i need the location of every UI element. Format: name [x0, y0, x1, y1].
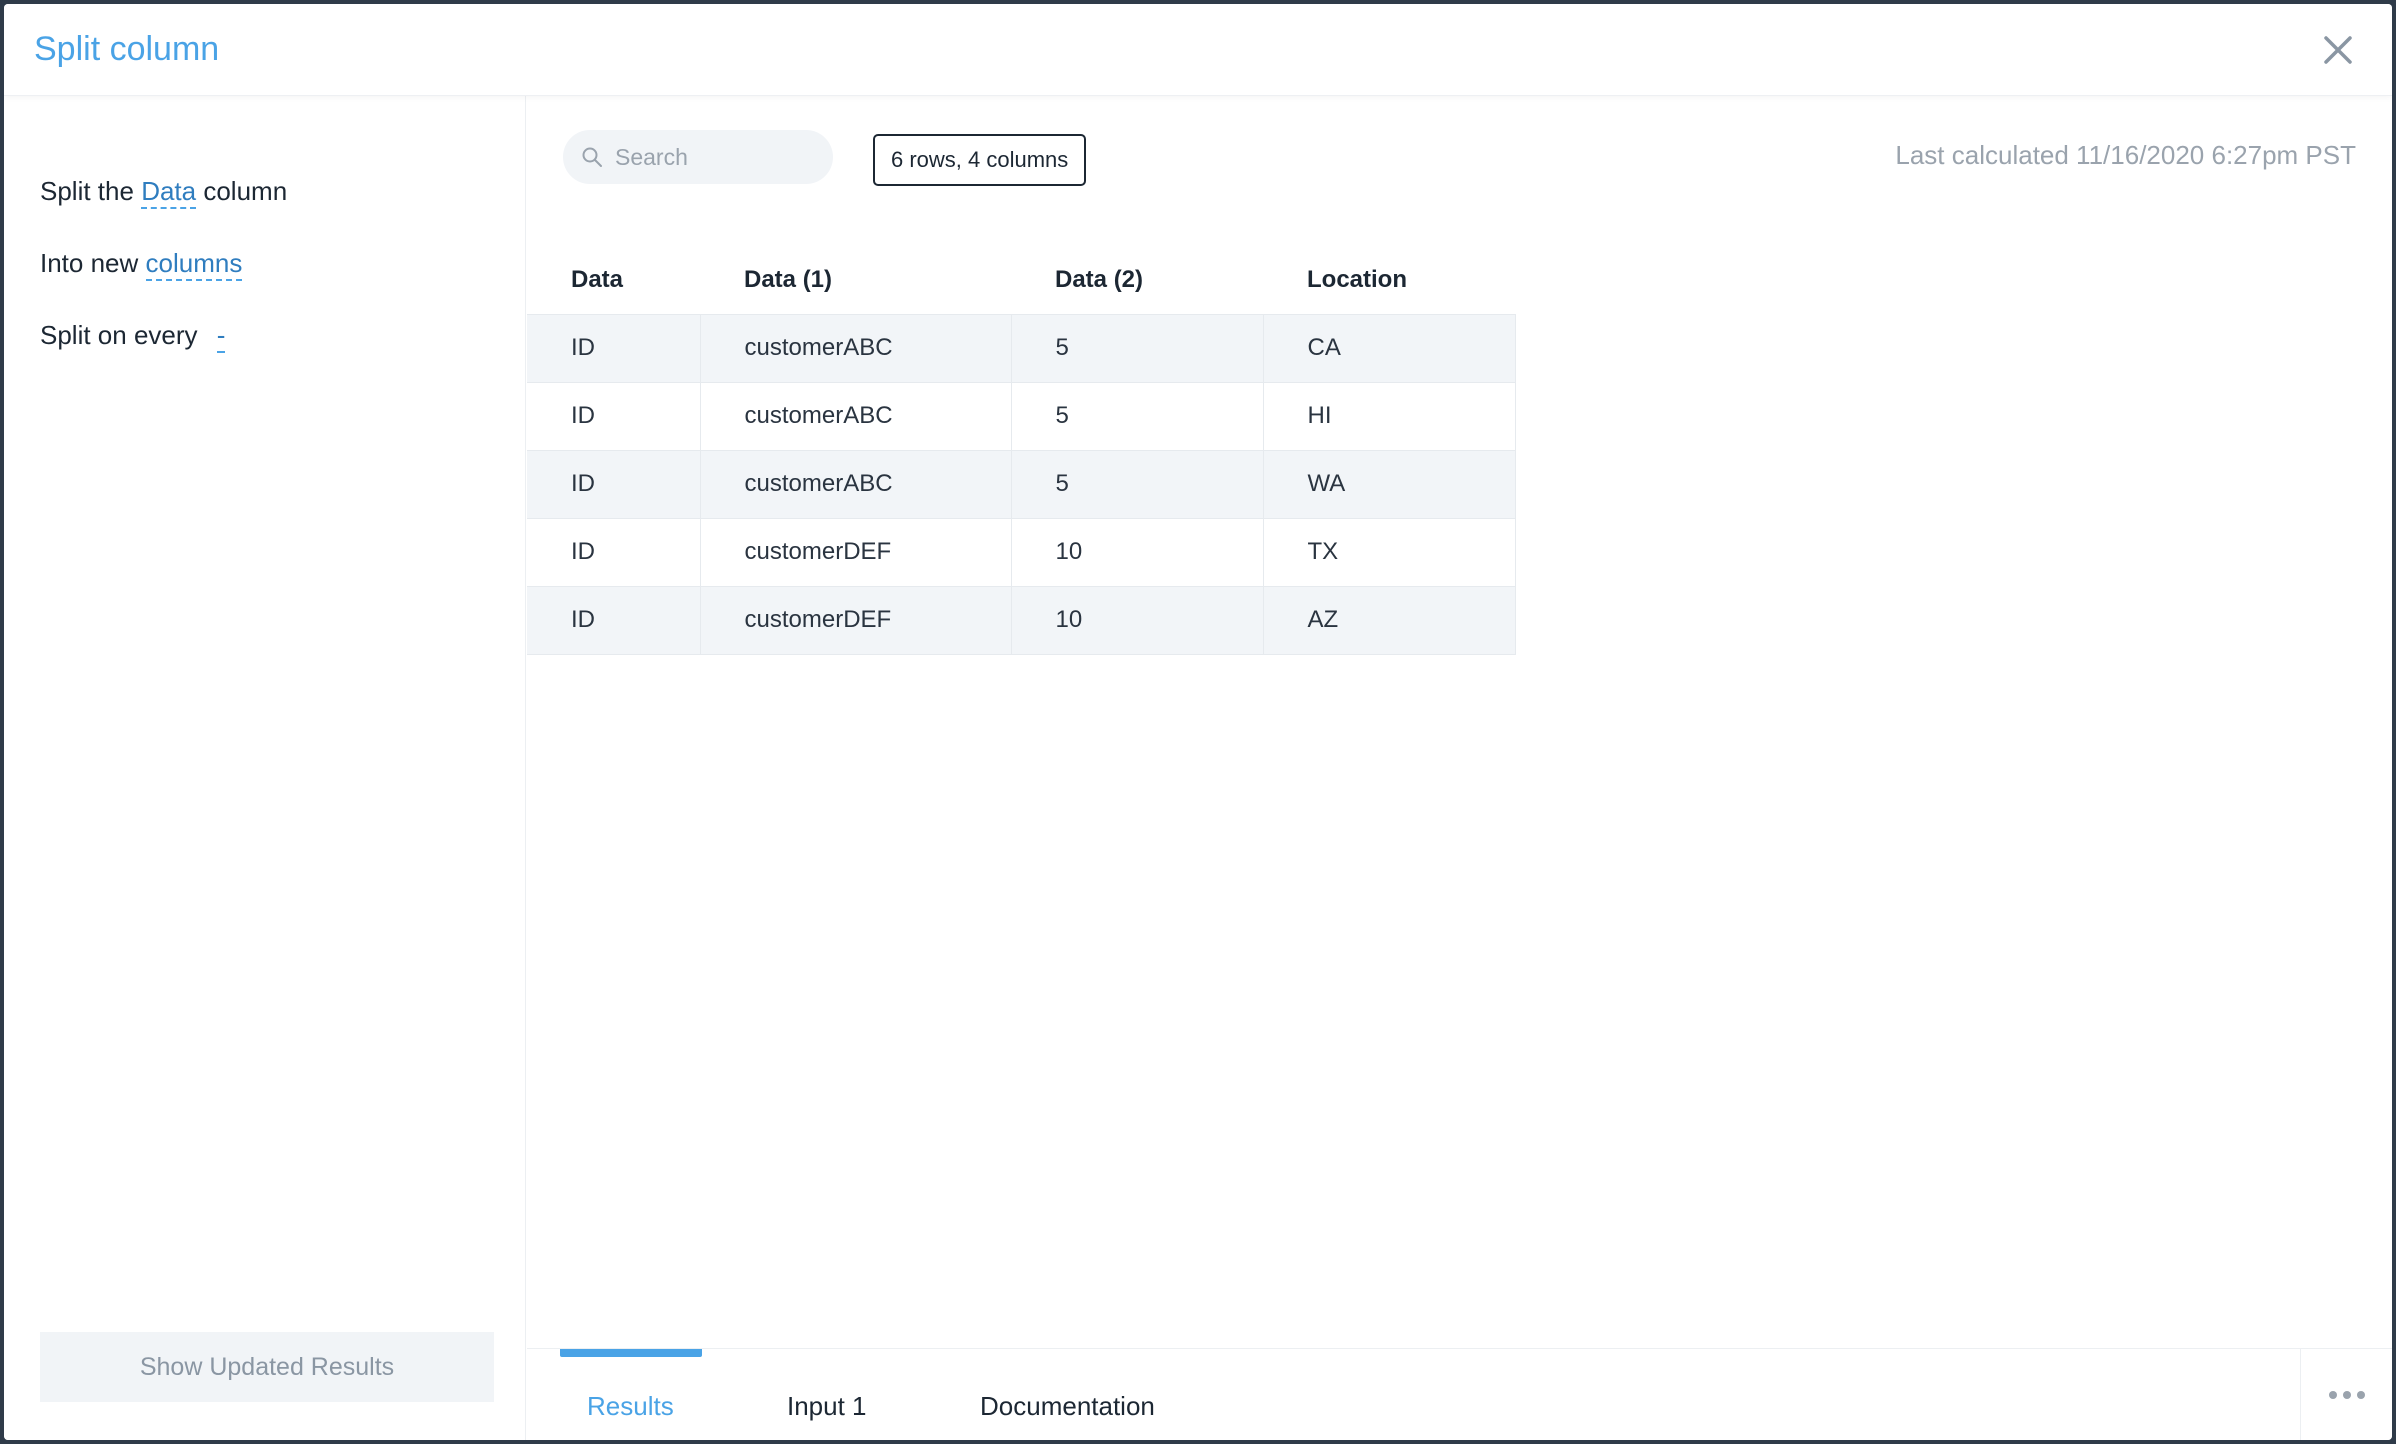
table-cell: ID [527, 449, 701, 519]
config-split-suffix: column [203, 176, 288, 206]
config-panel: Split the Data column Into new columns S… [4, 96, 526, 1440]
bottom-tab-bar: Results Input 1 Documentation [527, 1348, 2392, 1440]
table-cell: AZ [1262, 585, 1516, 655]
table-cell: 5 [1010, 449, 1264, 519]
table-row: ID customerDEF 10 TX [527, 517, 1516, 587]
column-header[interactable]: Data (2) [1011, 246, 1263, 314]
table-cell: customerABC [699, 381, 1012, 451]
config-split-on: Split on every - [40, 320, 226, 353]
search-icon [582, 147, 602, 167]
table-cell: 5 [1010, 313, 1264, 383]
delimiter-selector[interactable]: - [216, 320, 226, 353]
close-icon [2324, 36, 2352, 64]
table-row: ID customerABC 5 HI [527, 381, 1516, 451]
ellipsis-icon [2328, 1391, 2337, 1399]
row-column-count-badge: 6 rows, 4 columns [873, 134, 1087, 186]
close-button[interactable] [2320, 32, 2356, 68]
column-header[interactable]: Data (1) [700, 246, 1011, 314]
show-updated-results-button[interactable]: Show Updated Results [40, 1332, 494, 1402]
config-into-prefix: Into new [40, 248, 139, 278]
table-header-row: Data Data (1) Data (2) Location [527, 246, 1515, 314]
table-cell: TX [1262, 517, 1516, 587]
modal-title: Split column [34, 30, 220, 68]
last-calculated-text: Last calculated 11/16/2020 6:27pm PST [1895, 140, 2356, 170]
table-row: ID customerABC 5 CA [527, 313, 1516, 383]
table-cell: ID [527, 313, 701, 383]
column-header[interactable]: Data [527, 246, 700, 314]
search-box[interactable] [563, 130, 833, 184]
config-split-column: Split the Data column [40, 176, 288, 209]
table-cell: HI [1262, 381, 1516, 451]
table-cell: 10 [1010, 517, 1264, 587]
results-area: 6 rows, 4 columns Last calculated 11/16/… [527, 96, 2392, 1348]
search-input[interactable] [615, 143, 815, 171]
column-header[interactable]: Location [1263, 246, 1515, 314]
table-cell: ID [527, 517, 701, 587]
config-split-on-prefix: Split on every [40, 320, 198, 350]
table-cell: ID [527, 585, 701, 655]
tab-results[interactable]: Results [587, 1391, 674, 1422]
output-mode-selector[interactable]: columns [145, 248, 243, 281]
config-split-prefix: Split the [40, 176, 134, 206]
table-cell: CA [1262, 313, 1516, 383]
table-row: ID customerDEF 10 AZ [527, 585, 1516, 655]
table-cell: customerDEF [699, 585, 1012, 655]
table-cell: customerDEF [699, 517, 1012, 587]
table-cell: customerABC [699, 313, 1012, 383]
config-into-new: Into new columns [40, 248, 243, 281]
tab-input-1[interactable]: Input 1 [787, 1391, 867, 1422]
source-column-selector[interactable]: Data [141, 176, 197, 209]
active-tab-indicator [560, 1349, 702, 1357]
table-row: ID customerABC 5 WA [527, 449, 1516, 519]
table-cell: ID [527, 381, 701, 451]
table-cell: 5 [1010, 381, 1264, 451]
table-cell: customerABC [699, 449, 1012, 519]
table-cell: WA [1262, 449, 1516, 519]
split-column-modal: Split column Split the Data column Into … [4, 4, 2392, 1440]
results-table: Data Data (1) Data (2) Location ID custo… [527, 246, 1516, 655]
tab-documentation[interactable]: Documentation [980, 1391, 1155, 1422]
modal-header: Split column [4, 4, 2392, 96]
more-options-button[interactable] [2300, 1349, 2392, 1440]
table-cell: 10 [1010, 585, 1264, 655]
